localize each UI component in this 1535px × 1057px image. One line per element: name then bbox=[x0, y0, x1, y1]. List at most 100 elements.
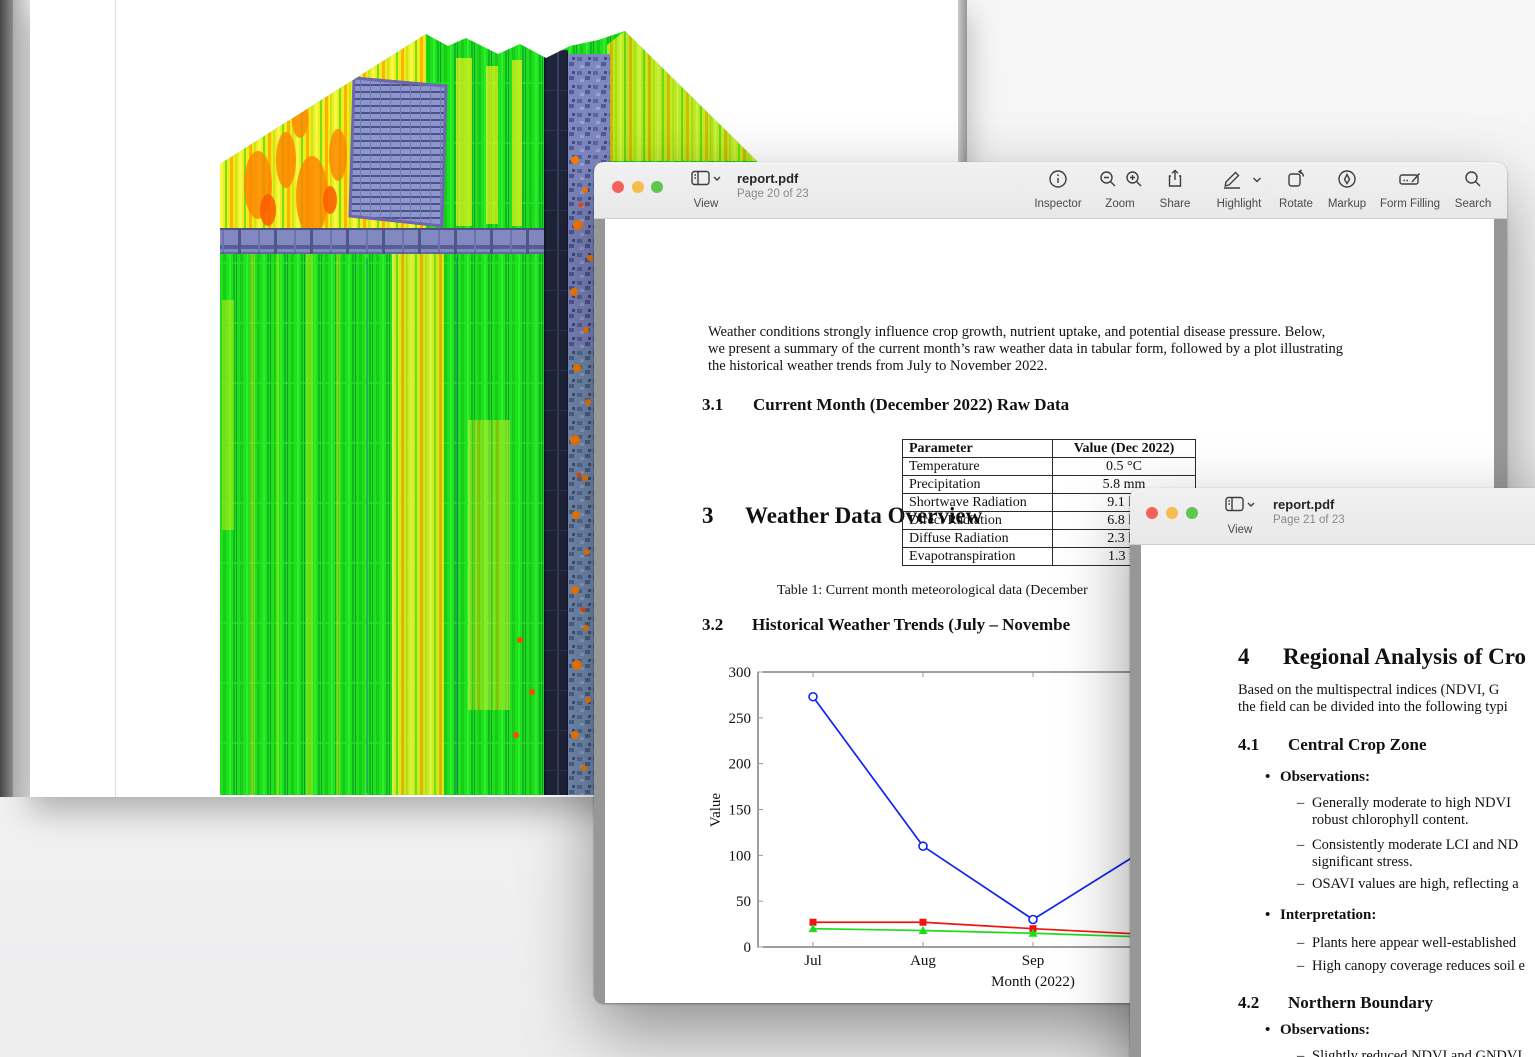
page-fold-line bbox=[115, 0, 116, 797]
svg-text:150: 150 bbox=[729, 803, 752, 819]
desktop-screenshot: View report.pdf Page 20 of 23 Inspector bbox=[0, 0, 1535, 1057]
rotate-icon[interactable] bbox=[1286, 169, 1306, 194]
table-row: Temperature0.5 °C bbox=[903, 458, 1196, 476]
zoom-window-button[interactable] bbox=[1186, 507, 1198, 519]
view-sidebar-icon[interactable] bbox=[691, 169, 721, 194]
rotate-label[interactable]: Rotate bbox=[1279, 198, 1313, 210]
observations-label: Observations: bbox=[1280, 1022, 1370, 1039]
param-cell: Direct Radiation bbox=[903, 512, 1053, 530]
window2-page-indicator: Page 21 of 23 bbox=[1273, 514, 1345, 526]
table-header-row: Parameter Value (Dec 2022) bbox=[903, 440, 1196, 458]
bullet-glyph: • bbox=[1265, 1022, 1270, 1039]
param-cell: Shortwave Radiation bbox=[903, 494, 1053, 512]
subsection-title: Current Month (December 2022) Raw Data bbox=[753, 395, 1069, 415]
search-label[interactable]: Search bbox=[1455, 198, 1491, 210]
subsection-title: Central Crop Zone bbox=[1288, 735, 1427, 755]
close-button[interactable] bbox=[612, 181, 624, 193]
subsection-number: 3.2 bbox=[702, 615, 723, 635]
dash-glyph: – bbox=[1297, 935, 1304, 952]
svg-text:Value: Value bbox=[708, 793, 724, 827]
svg-text:300: 300 bbox=[729, 665, 752, 681]
dash-glyph: – bbox=[1297, 1048, 1304, 1057]
observation-item: OSAVI values are high, reflecting a bbox=[1312, 876, 1519, 893]
observation-item: Consistently moderate LCI and ND bbox=[1312, 837, 1518, 854]
background-left-edge-light bbox=[13, 0, 30, 797]
zoom-in-icon[interactable] bbox=[1124, 169, 1144, 194]
share-label[interactable]: Share bbox=[1160, 198, 1191, 210]
param-cell: Diffuse Radiation bbox=[903, 530, 1053, 548]
svg-text:Aug: Aug bbox=[910, 953, 936, 969]
observation-item-cont: significant stress. bbox=[1312, 854, 1413, 871]
subsection-title: Northern Boundary bbox=[1288, 993, 1433, 1013]
param-cell: Temperature bbox=[903, 458, 1053, 476]
bullet-glyph: • bbox=[1265, 769, 1270, 786]
zoom-label[interactable]: Zoom bbox=[1105, 198, 1134, 210]
dash-glyph: – bbox=[1297, 958, 1304, 975]
inspector-label[interactable]: Inspector bbox=[1034, 198, 1081, 210]
dash-glyph: – bbox=[1297, 876, 1304, 893]
section-title: Regional Analysis of Cro bbox=[1283, 644, 1526, 670]
table-header-value: Value (Dec 2022) bbox=[1053, 440, 1196, 458]
intro-line: Weather conditions strongly influence cr… bbox=[708, 324, 1325, 341]
highlight-chevron-icon[interactable] bbox=[1251, 173, 1263, 191]
svg-text:Jul: Jul bbox=[804, 953, 822, 969]
table-header-parameter: Parameter bbox=[903, 440, 1053, 458]
form-filling-icon[interactable] bbox=[1398, 169, 1422, 194]
param-cell: Precipitation bbox=[903, 476, 1053, 494]
minimize-button[interactable] bbox=[1166, 507, 1178, 519]
markup-label[interactable]: Markup bbox=[1328, 198, 1366, 210]
markup-icon[interactable] bbox=[1337, 169, 1357, 194]
intro-line: the historical weather trends from July … bbox=[708, 358, 1047, 375]
intro-line: the field can be divided into the follow… bbox=[1238, 699, 1508, 716]
interpretation-label: Interpretation: bbox=[1280, 907, 1376, 924]
zoom-window-button[interactable] bbox=[651, 181, 663, 193]
subsection-number: 4.1 bbox=[1238, 735, 1259, 755]
minimize-button[interactable] bbox=[632, 181, 644, 193]
svg-text:Month (2022): Month (2022) bbox=[991, 974, 1075, 990]
subsection-number: 3.1 bbox=[702, 395, 723, 415]
background-left-edge bbox=[0, 0, 13, 797]
svg-text:100: 100 bbox=[729, 848, 752, 864]
value-cell: 0.5 °C bbox=[1053, 458, 1196, 476]
section-number: 3 bbox=[702, 503, 714, 529]
search-icon[interactable] bbox=[1463, 169, 1483, 194]
svg-text:200: 200 bbox=[729, 757, 752, 773]
param-cell: Evapotranspiration bbox=[903, 548, 1053, 566]
window1-titlebar: View report.pdf Page 20 of 23 Inspector bbox=[594, 162, 1507, 219]
share-icon[interactable] bbox=[1165, 169, 1185, 194]
dash-glyph: – bbox=[1297, 837, 1304, 854]
window2-content: 4 Regional Analysis of Cro Based on the … bbox=[1130, 545, 1535, 1057]
close-button[interactable] bbox=[1146, 507, 1158, 519]
zoom-out-icon[interactable] bbox=[1098, 169, 1118, 194]
svg-text:250: 250 bbox=[729, 711, 752, 727]
observations-label: Observations: bbox=[1280, 769, 1370, 786]
section-number: 4 bbox=[1238, 644, 1250, 670]
view-button-label[interactable]: View bbox=[1228, 524, 1253, 536]
interpretation-item: High canopy coverage reduces soil e bbox=[1312, 958, 1525, 975]
observation-item-partial: Slightly reduced NDVI and GNDVI bbox=[1312, 1048, 1522, 1057]
window2-title: report.pdf bbox=[1273, 497, 1334, 512]
table-caption: Table 1: Current month meteorological da… bbox=[777, 583, 1088, 599]
highlight-label[interactable]: Highlight bbox=[1217, 198, 1262, 210]
svg-text:0: 0 bbox=[744, 940, 752, 956]
bullet-glyph: • bbox=[1265, 907, 1270, 924]
window1-page-indicator: Page 20 of 23 bbox=[737, 188, 809, 200]
intro-line: Based on the multispectral indices (NDVI… bbox=[1238, 682, 1499, 699]
highlight-pen-icon[interactable] bbox=[1221, 169, 1243, 194]
window1-title: report.pdf bbox=[737, 171, 798, 186]
interpretation-item: Plants here appear well-established bbox=[1312, 935, 1516, 952]
intro-line: we present a summary of the current mont… bbox=[708, 341, 1343, 358]
preview-window-page21: View report.pdf Page 21 of 23 4 Regional… bbox=[1130, 488, 1535, 1057]
window2-titlebar: View report.pdf Page 21 of 23 bbox=[1130, 488, 1535, 545]
inspector-icon[interactable] bbox=[1048, 169, 1068, 194]
form-filling-label[interactable]: Form Filling bbox=[1380, 198, 1440, 210]
view-sidebar-icon[interactable] bbox=[1225, 495, 1255, 520]
subsection-number: 4.2 bbox=[1238, 993, 1259, 1013]
svg-text:50: 50 bbox=[736, 894, 751, 910]
observation-item: Generally moderate to high NDVI bbox=[1312, 795, 1511, 812]
view-button-label[interactable]: View bbox=[694, 198, 719, 210]
svg-text:Sep: Sep bbox=[1022, 953, 1045, 969]
observation-item-cont: robust chlorophyll content. bbox=[1312, 812, 1469, 829]
subsection-title: Historical Weather Trends (July – Novemb… bbox=[752, 615, 1070, 635]
dash-glyph: – bbox=[1297, 795, 1304, 812]
